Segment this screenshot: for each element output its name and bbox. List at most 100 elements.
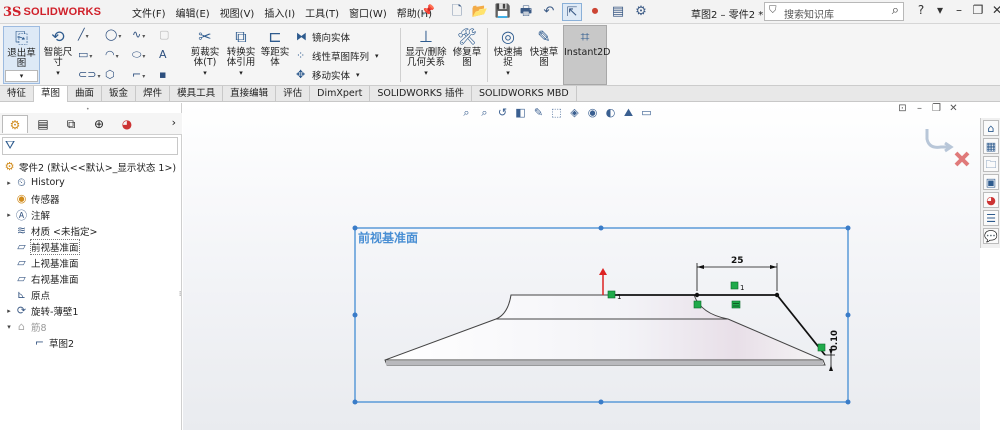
- configuration-manager-tab-icon[interactable]: ⧉: [58, 115, 84, 133]
- polygon-icon[interactable]: ⬡: [105, 67, 129, 83]
- search-scope-icon[interactable]: ⛉: [769, 5, 777, 16]
- fillet-icon[interactable]: ⌐▾: [132, 67, 156, 83]
- tree-item-right-plane[interactable]: ▱ 右视基准面: [4, 271, 78, 286]
- menu-tools[interactable]: 工具(T): [305, 5, 339, 20]
- tree-item-top-plane[interactable]: ▱ 上视基准面: [4, 255, 78, 270]
- help-icon[interactable]: ?: [913, 3, 929, 17]
- exit-sketch-dropdown[interactable]: ▾: [5, 70, 38, 82]
- move-dropdown-icon[interactable]: ▾: [356, 71, 360, 79]
- tree-item-sketch2[interactable]: ⌐ 草图2: [22, 335, 74, 350]
- tree-filter-input[interactable]: ⛛: [2, 137, 178, 155]
- line-icon[interactable]: ╱▾: [78, 27, 102, 43]
- print-icon[interactable]: 🖶: [516, 3, 536, 21]
- collapse-arrow-icon[interactable]: ▾: [4, 323, 14, 331]
- expand-arrow-icon[interactable]: ▸: [4, 211, 14, 219]
- convert-dropdown-icon[interactable]: ▾: [239, 69, 243, 77]
- sketch-point[interactable]: [694, 292, 700, 298]
- panel-grip-icon[interactable]: • • •: [86, 106, 94, 127]
- move-entities-button[interactable]: ✥ 移动实体 ▾: [296, 65, 396, 84]
- search-knowledge-base[interactable]: ⛉ 搜索知识库 ⌕: [764, 2, 904, 21]
- tab-sketch[interactable]: 草图: [34, 86, 69, 102]
- search-icon[interactable]: ⌕: [892, 3, 899, 18]
- rebuild-icon[interactable]: ⏺: [585, 3, 605, 21]
- tab-addins[interactable]: SOLIDWORKS 插件: [370, 86, 473, 102]
- tree-item-annotations[interactable]: ▸ Ⓐ 注解: [4, 207, 50, 222]
- forum-icon[interactable]: 💬: [983, 228, 999, 244]
- view-palette-icon[interactable]: ▣: [983, 174, 999, 190]
- panel-resize-grip-icon[interactable]: ⁞: [179, 290, 181, 298]
- mirror-entities-button[interactable]: ⧓ 镜向实体: [296, 27, 396, 46]
- graphics-area[interactable]: ⌕ ⌕ ↺ ◧ ✎ ⬚ ◈ ◉ ◐ ⛰ ▭ ⊡ – ❐ ✕ 前视基准面 25 0…: [183, 103, 980, 430]
- pin-icon[interactable]: 📌: [421, 4, 435, 17]
- exit-sketch-button[interactable]: ⎘ 退出草 图 ▾: [3, 26, 40, 84]
- tree-item-history[interactable]: ▸ ⏲ History: [4, 175, 65, 190]
- relation-marker-coincident[interactable]: [693, 300, 702, 309]
- smart-dimension-button[interactable]: ⟲ 智能尺 寸 ▾: [42, 26, 74, 84]
- sketch-point[interactable]: [774, 292, 780, 298]
- dimxpert-manager-tab-icon[interactable]: ⊕: [86, 115, 112, 133]
- restore-icon[interactable]: ❐: [970, 3, 986, 17]
- smart-dimension-dropdown-icon[interactable]: ▾: [56, 69, 60, 77]
- offset-entities-button[interactable]: ⊏ 等距实 体: [260, 26, 290, 84]
- linear-pattern-dropdown-icon[interactable]: ▾: [375, 52, 379, 60]
- tree-item-revolve-thin[interactable]: ▸ ⟳ 旋转-薄壁1: [4, 303, 78, 318]
- custom-properties-icon[interactable]: ☰: [983, 210, 999, 226]
- tab-dimxpert[interactable]: DimXpert: [310, 86, 371, 102]
- help-dropdown-icon[interactable]: ▾: [932, 3, 948, 17]
- panel-tabs-more-icon[interactable]: ›: [172, 116, 176, 129]
- tab-evaluate[interactable]: 评估: [276, 86, 311, 102]
- open-icon[interactable]: 📂: [470, 3, 490, 21]
- tree-item-front-plane[interactable]: ▱ 前视基准面: [4, 238, 80, 255]
- menu-insert[interactable]: 插入(I): [264, 5, 295, 20]
- expand-arrow-icon[interactable]: ▸: [4, 179, 14, 187]
- relation-marker-end[interactable]: [817, 343, 826, 352]
- tree-item-sensors[interactable]: ◉ 传感器: [4, 191, 60, 206]
- menu-file[interactable]: 文件(F): [132, 5, 166, 20]
- close-icon[interactable]: ✕: [989, 3, 1000, 17]
- surface-icon[interactable]: ▢: [159, 27, 183, 43]
- instant2d-button[interactable]: ⌗ Instant2D: [563, 25, 610, 85]
- ellipse-icon[interactable]: ⬭▾: [132, 47, 156, 63]
- display-delete-relations-button[interactable]: ⊥ 显示/删除 几何关系 ▾: [404, 26, 448, 84]
- appearances-icon[interactable]: ◕: [983, 192, 999, 208]
- linear-pattern-button[interactable]: ⁘ 线性草图阵列 ▾: [296, 46, 396, 65]
- relations-dropdown-icon[interactable]: ▾: [424, 69, 428, 77]
- save-icon[interactable]: 💾: [493, 3, 513, 21]
- file-explorer-icon[interactable]: 🗀: [983, 156, 999, 172]
- convert-entities-button[interactable]: ⧉ 转换实 体引用 ▾: [224, 26, 258, 84]
- new-icon[interactable]: 🗋: [447, 3, 467, 21]
- minimize-icon[interactable]: –: [951, 3, 967, 17]
- relation-marker-equal[interactable]: [731, 300, 741, 309]
- circle-icon[interactable]: ◯▾: [105, 27, 129, 43]
- arc-icon[interactable]: ◠▾: [105, 47, 129, 63]
- file-properties-icon[interactable]: ▤: [608, 3, 628, 21]
- design-library-icon[interactable]: ▦: [983, 138, 999, 154]
- tree-root-part[interactable]: ⚙ 零件2 (默认<<默认>_显示状态 1>): [2, 159, 177, 174]
- tab-mold-tools[interactable]: 模具工具: [170, 86, 224, 102]
- text-icon[interactable]: A: [159, 47, 183, 63]
- menu-view[interactable]: 视图(V): [220, 5, 255, 20]
- property-manager-tab-icon[interactable]: ▤: [30, 115, 56, 133]
- trim-dropdown-icon[interactable]: ▾: [203, 69, 207, 77]
- expand-arrow-icon[interactable]: ▸: [4, 307, 14, 315]
- tab-direct-editing[interactable]: 直接编辑: [223, 86, 277, 102]
- tree-item-origin[interactable]: ⊾ 原点: [4, 287, 50, 302]
- options-icon[interactable]: ⚙: [631, 3, 651, 21]
- rapid-sketch-button[interactable]: ✎ 快速草 图: [528, 26, 560, 84]
- select-icon[interactable]: ⇱: [562, 3, 582, 21]
- quick-snaps-dropdown-icon[interactable]: ▾: [506, 69, 510, 77]
- feature-manager-tab-icon[interactable]: ⚙: [2, 115, 28, 133]
- trim-entities-button[interactable]: ✂ 剪裁实 体(T) ▾: [189, 26, 221, 84]
- menu-edit[interactable]: 编辑(E): [176, 5, 210, 20]
- tab-weldments[interactable]: 焊件: [136, 86, 171, 102]
- rectangle-icon[interactable]: ▭▾: [78, 47, 102, 63]
- tree-item-rib[interactable]: ▾ ⌂ 筋8: [4, 319, 46, 334]
- display-manager-tab-icon[interactable]: ◕: [114, 115, 140, 133]
- tab-surfaces[interactable]: 曲面: [68, 86, 103, 102]
- tab-sheet-metal[interactable]: 钣金: [102, 86, 137, 102]
- tree-item-material[interactable]: ≋ 材质 <未指定>: [4, 223, 98, 238]
- menu-window[interactable]: 窗口(W): [349, 5, 387, 20]
- repair-sketch-button[interactable]: 🛠 修复草 图: [451, 26, 483, 84]
- slot-icon[interactable]: ⊂⊃▾: [78, 67, 102, 83]
- quick-snaps-button[interactable]: ◎ 快速捕 捉 ▾: [491, 26, 525, 84]
